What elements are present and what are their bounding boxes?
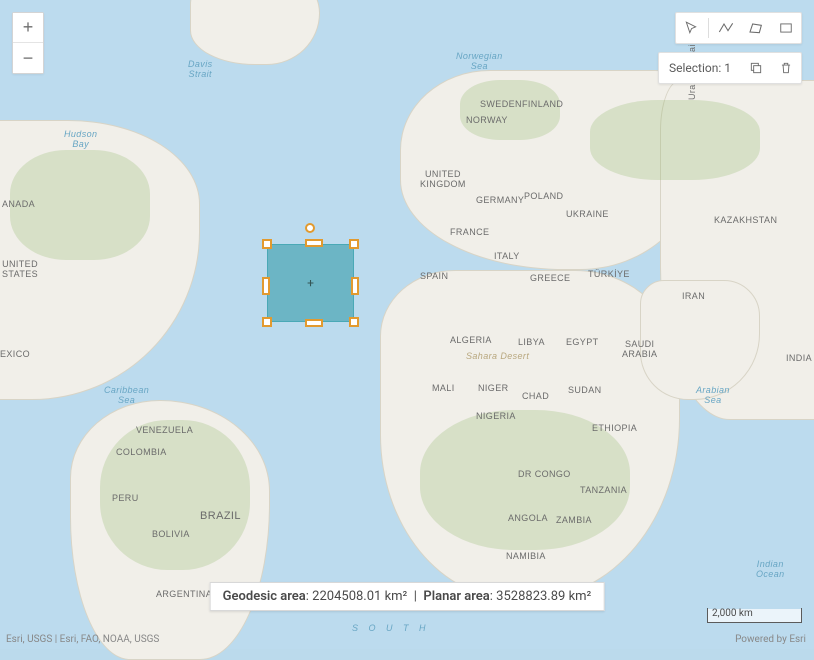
area-info-bar: Geodesic area: 2204508.01 km² | Planar a…: [210, 582, 605, 611]
resize-handle-ne[interactable]: [349, 239, 359, 249]
landmass-greenland: [190, 0, 320, 65]
polygon-icon: [748, 21, 764, 35]
tool-polygon[interactable]: [741, 13, 771, 43]
resize-handle-s[interactable]: [305, 319, 323, 327]
planar-area-value: 3528823.89 km²: [496, 589, 591, 604]
zoom-in-button[interactable]: +: [13, 13, 43, 43]
rectangle-icon: [779, 21, 793, 35]
powered-by-label: Powered by Esri: [735, 634, 806, 645]
duplicate-button[interactable]: [741, 53, 771, 83]
pointer-icon: [684, 21, 698, 35]
planar-area-label: Planar area: [423, 589, 489, 604]
resize-handle-sw[interactable]: [262, 317, 272, 327]
veg-africa: [420, 410, 630, 550]
vegetation-sa: [100, 420, 250, 570]
selection-bar: Selection: 1: [658, 52, 802, 84]
tool-rectangle[interactable]: [771, 13, 801, 43]
geodesic-area-value: 2204508.01 km²: [312, 589, 407, 604]
duplicate-icon: [749, 61, 763, 75]
toolbar-divider: [708, 18, 709, 38]
zoom-control: + −: [12, 12, 44, 74]
veg-russia: [590, 100, 760, 180]
resize-handle-e[interactable]: [351, 277, 359, 295]
sea-label: DavisStrait: [188, 60, 213, 80]
map-attribution: Esri, USGS | Esri, FAO, NOAA, USGS: [6, 634, 159, 645]
tool-pointer[interactable]: [676, 13, 706, 43]
sea-label: IndianOcean: [756, 560, 785, 580]
delete-button[interactable]: [771, 53, 801, 83]
plus-icon: +: [23, 17, 34, 38]
polyline-icon: [718, 21, 734, 35]
move-handle[interactable]: +: [306, 278, 316, 288]
resize-handle-n[interactable]: [305, 239, 323, 247]
tool-polyline[interactable]: [711, 13, 741, 43]
sketch-toolbar: [675, 12, 802, 44]
resize-handle-se[interactable]: [349, 317, 359, 327]
resize-handle-nw[interactable]: [262, 239, 272, 249]
sketch-selection-rectangle[interactable]: +: [267, 244, 354, 322]
scale-bar-label: 2,000 km: [712, 608, 753, 619]
world-map[interactable]: DavisStrait HudsonBay NorwegianSea Carib…: [0, 0, 814, 649]
top-right-panels: Selection: 1: [658, 12, 802, 84]
veg-scandinavia: [460, 80, 560, 140]
trash-icon: [779, 61, 793, 75]
resize-handle-w[interactable]: [262, 277, 270, 295]
sea-label: S O U T H: [352, 624, 430, 634]
scale-bar: 2,000 km: [707, 609, 802, 623]
selection-count-label: Selection: 1: [659, 61, 741, 75]
geodesic-area-label: Geodesic area: [223, 589, 306, 604]
vegetation-na: [10, 150, 150, 260]
minus-icon: −: [23, 48, 34, 69]
zoom-out-button[interactable]: −: [13, 43, 43, 73]
rotate-handle[interactable]: [305, 223, 315, 233]
sea-label: NorwegianSea: [456, 52, 503, 72]
